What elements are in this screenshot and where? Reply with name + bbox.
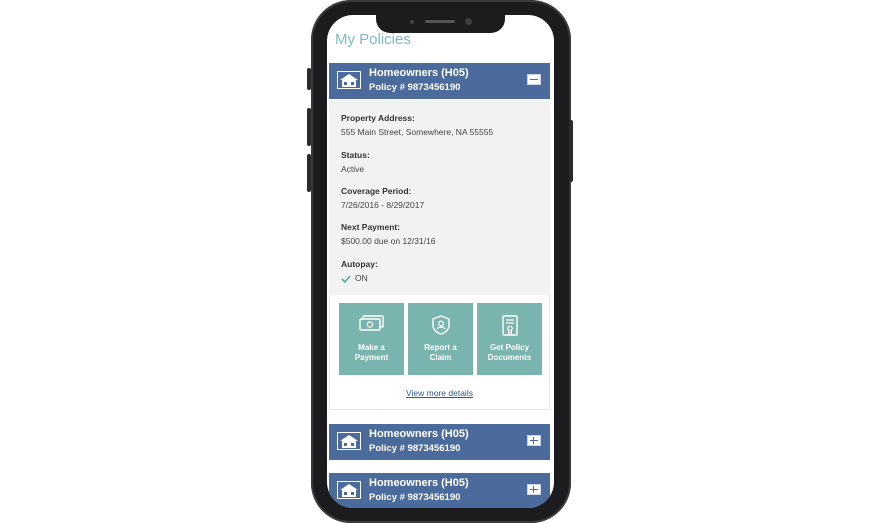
phone-volume-down [307, 154, 311, 192]
autopay-value-row: ON [341, 273, 378, 283]
property-address-field: Property Address: 555 Main Street, Somew… [341, 113, 493, 137]
coverage-period-value: 7/26/2016 - 8/29/2017 [341, 200, 425, 210]
policy-details-panel: Property Address: 555 Main Street, Somew… [329, 100, 550, 295]
phone-mute-switch [307, 68, 311, 90]
status-value: Active [341, 164, 365, 174]
sensor-dot [410, 20, 414, 24]
report-claim-button[interactable]: Report a Claim [408, 303, 473, 375]
checkmark-icon [341, 275, 351, 283]
shield-icon [431, 315, 450, 335]
policy-number: Policy # 9873456190 [369, 82, 461, 93]
autopay-field: Autopay: ON [341, 259, 378, 283]
document-icon [501, 315, 518, 336]
coverage-period-field: Coverage Period: 7/26/2016 - 8/29/2017 [341, 186, 424, 210]
next-payment-value: $500.00 due on 12/31/16 [341, 236, 436, 246]
money-icon [358, 315, 384, 331]
coverage-period-label: Coverage Period: [341, 186, 412, 196]
make-payment-label: Make a Payment [354, 343, 389, 362]
phone-power-button [569, 120, 573, 182]
report-claim-label: Report a Claim [424, 343, 457, 362]
view-more-details-link[interactable]: View more details [330, 388, 549, 398]
front-camera [465, 18, 472, 25]
house-icon [337, 71, 361, 89]
get-policy-documents-button[interactable]: Get Policy Documents [477, 303, 542, 375]
earpiece-speaker [425, 20, 455, 23]
policy-actions: Make a Payment Report a Claim Get Policy… [329, 295, 550, 410]
expand-button[interactable] [527, 435, 541, 446]
policy-title: Homeowners (H05) [369, 67, 469, 79]
policy-title: Homeowners (H05) [369, 477, 469, 489]
phone-screen: My Policies Homeowners (H05) Policy # 98… [327, 15, 554, 508]
next-payment-label: Next Payment: [341, 222, 401, 232]
house-icon [337, 481, 361, 499]
policy-number: Policy # 9873456190 [369, 492, 461, 503]
status-label: Status: [341, 150, 370, 160]
autopay-label: Autopay: [341, 259, 378, 269]
policy-title: Homeowners (H05) [369, 428, 469, 440]
policy-header-1[interactable]: Homeowners (H05) Policy # 9873456190 [329, 63, 550, 99]
expand-button[interactable] [527, 484, 541, 495]
collapse-button[interactable] [527, 74, 541, 85]
page-title: My Policies [335, 31, 411, 48]
house-icon [337, 432, 361, 450]
policy-header-3[interactable]: Homeowners (H05) Policy # 9873456190 [329, 473, 550, 508]
make-payment-button[interactable]: Make a Payment [339, 303, 404, 375]
property-address-value: 555 Main Street, Somewhere, NA 55555 [341, 127, 494, 137]
autopay-value: ON [355, 273, 368, 283]
next-payment-field: Next Payment: $500.00 due on 12/31/16 [341, 222, 436, 246]
policy-number: Policy # 9873456190 [369, 443, 461, 454]
status-field: Status: Active [341, 150, 370, 174]
property-address-label: Property Address: [341, 113, 415, 123]
phone-volume-up [307, 108, 311, 146]
get-policy-documents-label: Get Policy Documents [487, 343, 532, 362]
phone-notch [376, 13, 505, 33]
policy-header-2[interactable]: Homeowners (H05) Policy # 9873456190 [329, 424, 550, 460]
minus-icon [530, 79, 538, 80]
